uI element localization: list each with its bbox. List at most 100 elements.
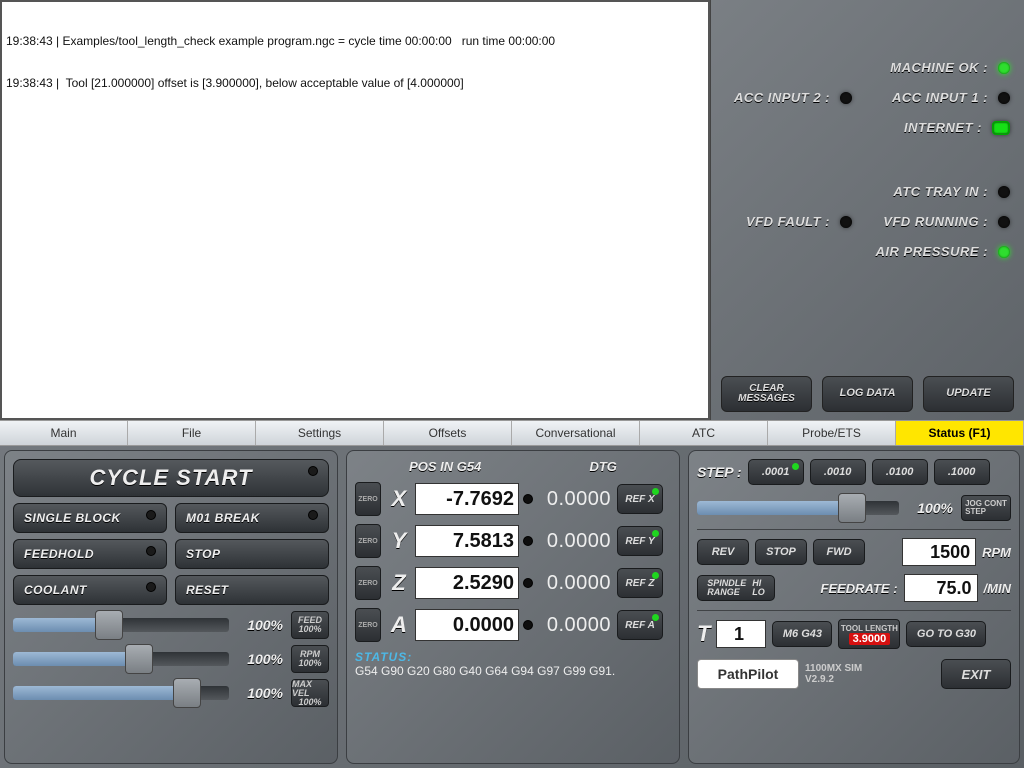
feed-override-slider[interactable]: [13, 618, 229, 632]
clear-messages-button[interactable]: CLEAR MESSAGES: [721, 376, 812, 412]
acc-input-2-led: [840, 92, 852, 104]
machine-ok-led: [998, 62, 1010, 74]
zero-a-button[interactable]: ZERO: [355, 608, 381, 642]
tab-conversational[interactable]: Conversational: [512, 421, 640, 445]
tab-settings[interactable]: Settings: [256, 421, 384, 445]
pos-label: POS IN G54: [409, 459, 481, 474]
reset-button[interactable]: RESET: [175, 575, 329, 605]
air-pressure-label: AIR PRESSURE :: [876, 244, 988, 259]
single-block-button[interactable]: SINGLE BLOCK: [13, 503, 167, 533]
dro-a[interactable]: 0.0000: [415, 609, 519, 641]
log-data-button[interactable]: LOG DATA: [822, 376, 913, 412]
tab-atc[interactable]: ATC: [640, 421, 768, 445]
vfd-running-led: [998, 216, 1010, 228]
zero-z-button[interactable]: ZERO: [355, 566, 381, 600]
tab-probe-ets[interactable]: Probe/ETS: [768, 421, 896, 445]
rpm-override-slider[interactable]: [13, 652, 229, 666]
x-dot-icon: [523, 494, 533, 504]
feedhold-button[interactable]: FEEDHOLD: [13, 539, 167, 569]
acc-input-1-label: ACC INPUT 1 :: [892, 90, 988, 105]
rpm-override-pct: 100%: [237, 651, 283, 667]
axis-y: Y: [387, 528, 411, 554]
status-label: STATUS:: [355, 650, 671, 664]
exit-button[interactable]: EXIT: [941, 659, 1011, 689]
tool-number-field[interactable]: 1: [716, 620, 766, 648]
step-1000-button[interactable]: .1000: [934, 459, 990, 485]
go-to-g30-button[interactable]: GO TO G30: [906, 621, 986, 647]
maxvel-override-slider[interactable]: [13, 686, 229, 700]
feedrate-unit: /MIN: [984, 581, 1011, 596]
ref-y-button[interactable]: REF Y: [617, 526, 663, 556]
update-button[interactable]: UPDATE: [923, 376, 1014, 412]
spindle-stop-button[interactable]: STOP: [755, 539, 807, 565]
dro-y[interactable]: 7.5813: [415, 525, 519, 557]
gcode-line: G54 G90 G20 G80 G40 G64 G94 G97 G99 G91.: [355, 664, 671, 678]
tab-status[interactable]: Status (F1): [896, 421, 1024, 445]
maxvel-override-pct: 100%: [237, 685, 283, 701]
y-dot-icon: [523, 536, 533, 546]
m01-break-button[interactable]: M01 BREAK: [175, 503, 329, 533]
jog-spindle-panel: STEP : .0001 .0010 .0100 .1000 100% JOG …: [688, 450, 1020, 764]
step-0001-button[interactable]: .0001: [748, 459, 804, 485]
ref-a-button[interactable]: REF A: [617, 610, 663, 640]
spindle-range-button[interactable]: SPINDLE RANGEHI LO: [697, 575, 775, 601]
dtg-label: DTG: [589, 459, 616, 474]
acc-input-1-led: [998, 92, 1010, 104]
axis-a: A: [387, 612, 411, 638]
maxvel-tag: MAX VEL100%: [291, 679, 329, 707]
machine-ok-label: MACHINE OK :: [890, 60, 988, 75]
spindle-fwd-button[interactable]: FWD: [813, 539, 865, 565]
product-version: 1100MX SIMV2.9.2: [805, 663, 862, 685]
tab-file[interactable]: File: [128, 421, 256, 445]
stop-button[interactable]: STOP: [175, 539, 329, 569]
z-dot-icon: [523, 578, 533, 588]
spindle-rev-button[interactable]: REV: [697, 539, 749, 565]
tool-length-indicator: TOOL LENGTH3.9000: [838, 619, 900, 649]
log-line: 19:38:43 | Examples/tool_length_check ex…: [6, 34, 704, 48]
jog-override-pct: 100%: [907, 500, 953, 516]
zero-x-button[interactable]: ZERO: [355, 482, 381, 516]
pathpilot-logo: PathPilot: [697, 659, 799, 689]
step-0100-button[interactable]: .0100: [872, 459, 928, 485]
rpm-unit: RPM: [982, 545, 1011, 560]
step-label: STEP :: [697, 464, 742, 480]
dro-z[interactable]: 2.5290: [415, 567, 519, 599]
dtg-a: 0.0000: [539, 614, 611, 637]
dtg-y: 0.0000: [539, 530, 611, 553]
status-panel: MACHINE OK : ACC INPUT 2 : ACC INPUT 1 :…: [710, 0, 1024, 420]
ref-x-button[interactable]: REF X: [617, 484, 663, 514]
internet-label: INTERNET :: [904, 120, 982, 135]
feed-tag: FEED100%: [291, 611, 329, 639]
tab-bar: Main File Settings Offsets Conversationa…: [0, 420, 1024, 446]
step-0010-button[interactable]: .0010: [810, 459, 866, 485]
vfd-running-label: VFD RUNNING :: [883, 214, 988, 229]
zero-y-button[interactable]: ZERO: [355, 524, 381, 558]
rpm-tag: RPM100%: [291, 645, 329, 673]
vfd-fault-label: VFD FAULT :: [746, 214, 830, 229]
dtg-x: 0.0000: [539, 488, 611, 511]
cycle-start-button[interactable]: CYCLE START: [13, 459, 329, 497]
atc-tray-in-led: [998, 186, 1010, 198]
feedrate-label: FEEDRATE :: [821, 581, 898, 596]
jog-override-slider[interactable]: [697, 501, 899, 515]
jog-cont-step-button[interactable]: JOG CONT STEP: [961, 495, 1011, 521]
a-dot-icon: [523, 620, 533, 630]
dro-x[interactable]: -7.7692: [415, 483, 519, 515]
dtg-z: 0.0000: [539, 572, 611, 595]
message-log[interactable]: 19:38:43 | Examples/tool_length_check ex…: [0, 0, 710, 420]
tab-offsets[interactable]: Offsets: [384, 421, 512, 445]
axis-x: X: [387, 486, 411, 512]
tool-t-label: T: [697, 621, 710, 647]
ref-z-button[interactable]: REF Z: [617, 568, 663, 598]
vfd-fault-led: [840, 216, 852, 228]
log-line: 19:38:43 | Tool [21.000000] offset is [3…: [6, 76, 704, 90]
tab-main[interactable]: Main: [0, 421, 128, 445]
m6-g43-button[interactable]: M6 G43: [772, 621, 832, 647]
feedrate-field[interactable]: 75.0: [904, 574, 978, 602]
rpm-field[interactable]: 1500: [902, 538, 976, 566]
atc-tray-in-label: ATC TRAY IN :: [893, 184, 988, 199]
internet-led[interactable]: [992, 121, 1010, 135]
coolant-button[interactable]: COOLANT: [13, 575, 167, 605]
feed-override-pct: 100%: [237, 617, 283, 633]
dro-panel: POS IN G54DTG ZEROX-7.76920.0000REF X ZE…: [346, 450, 680, 764]
